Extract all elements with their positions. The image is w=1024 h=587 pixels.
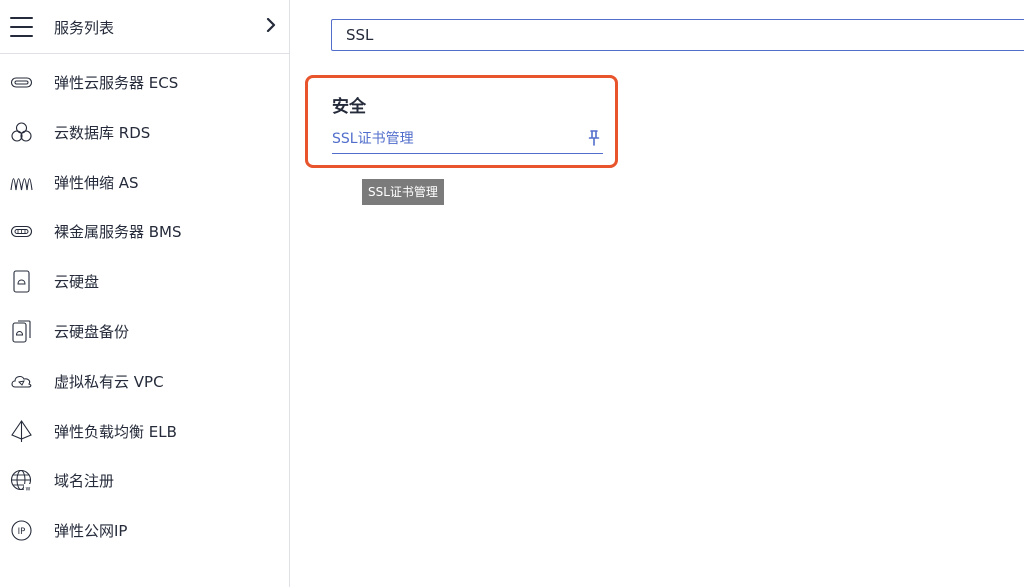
load-balancer-icon [11, 419, 32, 442]
app-window: 服务列表 弹性云服务器 ECS 云数据库 RDS 弹性伸缩 AS 裸金属服务器 … [0, 0, 1024, 587]
sidebar-title: 服务列表 [54, 19, 115, 37]
service-list: 弹性云服务器 ECS 云数据库 RDS 弹性伸缩 AS 裸金属服务器 BMS 云… [0, 58, 290, 556]
menu-icon[interactable] [10, 17, 33, 37]
sidebar-item-label: 弹性负载均衡 ELB [54, 422, 177, 441]
eip-icon: IP [11, 520, 32, 541]
disk-icon [13, 270, 30, 293]
sidebar-item-rds[interactable]: 云数据库 RDS [0, 108, 290, 158]
sidebar-item-label: 虚拟私有云 VPC [54, 372, 164, 391]
sidebar-item-label: 弹性公网IP [54, 522, 128, 541]
bare-metal-icon [10, 226, 33, 238]
search-input[interactable] [332, 20, 1024, 50]
search-result-card: 安全 SSL证书管理 [305, 75, 618, 168]
sidebar-item-label: 域名注册 [54, 472, 115, 491]
sidebar-item-label: 云硬盘备份 [54, 322, 130, 341]
cloud-server-icon [10, 77, 33, 88]
result-item-ssl-certificate[interactable]: SSL证书管理 [332, 128, 603, 154]
sidebar-item-label: 云数据库 RDS [54, 123, 151, 142]
service-sidebar: 服务列表 弹性云服务器 ECS 云数据库 RDS 弹性伸缩 AS 裸金属服务器 … [0, 0, 290, 587]
sidebar-item-label: 云硬盘 [54, 273, 100, 292]
svg-text:w: w [26, 486, 31, 493]
sidebar-item-as[interactable]: 弹性伸缩 AS [0, 158, 290, 208]
sidebar-item-label: 裸金属服务器 BMS [54, 223, 182, 242]
sidebar-item-elb[interactable]: 弹性负载均衡 ELB [0, 407, 290, 457]
pin-icon[interactable] [587, 129, 601, 147]
sidebar-item-domain[interactable]: w 域名注册 [0, 456, 290, 506]
svg-text:IP: IP [18, 527, 26, 537]
category-title: 安全 [332, 97, 366, 117]
main-panel: 安全 SSL证书管理 SSL证书管理 [291, 0, 1024, 587]
chevron-right-icon[interactable] [264, 18, 278, 32]
domain-globe-icon: w [10, 470, 32, 493]
search-box[interactable] [331, 19, 1024, 51]
sidebar-item-eip[interactable]: IP 弹性公网IP [0, 506, 290, 556]
database-icon [11, 122, 32, 142]
auto-scaling-icon [10, 177, 33, 190]
sidebar-item-label: 弹性云服务器 ECS [54, 74, 179, 92]
result-item-label: SSL证书管理 [332, 131, 414, 147]
tooltip: SSL证书管理 [362, 179, 444, 205]
sidebar-item-evs[interactable]: 云硬盘 [0, 257, 290, 307]
sidebar-item-vbs[interactable]: 云硬盘备份 [0, 307, 290, 357]
disk-backup-icon [12, 320, 31, 343]
sidebar-item-vpc[interactable]: 虚拟私有云 VPC [0, 357, 290, 407]
vpc-icon [11, 375, 32, 388]
sidebar-item-label: 弹性伸缩 AS [54, 173, 139, 192]
sidebar-item-bms[interactable]: 裸金属服务器 BMS [0, 207, 290, 257]
sidebar-header[interactable]: 服务列表 [0, 0, 290, 54]
sidebar-item-ecs[interactable]: 弹性云服务器 ECS [0, 58, 290, 108]
